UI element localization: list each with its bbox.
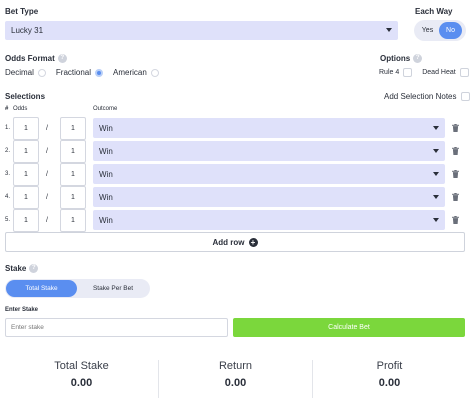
each-way-yes[interactable]: Yes xyxy=(416,22,439,39)
odds-denominator-input[interactable]: 1 xyxy=(60,140,86,163)
odds-separator: / xyxy=(46,148,48,155)
odds-numerator-input[interactable]: 1 xyxy=(13,117,39,140)
stake-input[interactable] xyxy=(5,318,228,337)
add-row-button[interactable]: Add row + xyxy=(5,232,465,252)
info-icon[interactable]: ? xyxy=(29,264,39,274)
radio-american[interactable] xyxy=(150,68,159,77)
dead-heat-checkbox[interactable] xyxy=(459,68,469,77)
add-notes-label: Add Selection Notes xyxy=(384,92,457,101)
trash-icon[interactable] xyxy=(452,124,459,134)
stake-label: Stake? xyxy=(5,264,39,274)
chevron-down-icon xyxy=(386,28,392,32)
outcome-value: Win xyxy=(99,123,113,133)
odds-separator: / xyxy=(46,194,48,201)
chevron-down-icon xyxy=(433,218,439,222)
selection-row: 1. 1/1 Win xyxy=(0,117,474,140)
profit-title: Profit xyxy=(376,360,403,372)
odds-numerator-input[interactable]: 1 xyxy=(13,140,39,163)
row-number: 2. xyxy=(5,148,11,154)
add-notes-checkbox[interactable] xyxy=(460,92,470,101)
rule4-checkbox[interactable] xyxy=(403,68,413,77)
trash-icon[interactable] xyxy=(452,170,459,180)
outcome-select[interactable]: Win xyxy=(93,141,445,161)
chevron-down-icon xyxy=(433,149,439,153)
odds-numerator-input[interactable]: 1 xyxy=(13,163,39,186)
odds-format-options: Decimal Fractional American xyxy=(5,68,159,77)
info-icon[interactable]: ? xyxy=(413,54,423,64)
stake-tabs: Total Stake Stake Per Bet xyxy=(5,279,150,298)
summary-profit: Profit 0.00 xyxy=(313,360,466,398)
row-number: 5. xyxy=(5,217,11,223)
odds-denominator-input[interactable]: 1 xyxy=(60,209,86,232)
col-outcome-header: Outcome xyxy=(93,106,118,112)
odds-option-fractional: Fractional xyxy=(55,68,92,77)
odds-format-text: Odds Format xyxy=(5,54,55,63)
chevron-down-icon xyxy=(433,195,439,199)
options-label: Options? xyxy=(380,54,423,64)
trash-icon[interactable] xyxy=(452,147,459,157)
odds-numerator-input[interactable]: 1 xyxy=(13,186,39,209)
outcome-value: Win xyxy=(99,169,113,179)
calculate-bet-button[interactable]: Calculate Bet xyxy=(233,318,465,337)
trash-icon[interactable] xyxy=(452,193,459,203)
enter-stake-label: Enter Stake xyxy=(5,307,39,313)
radio-fractional[interactable] xyxy=(95,68,104,77)
odds-denominator-input[interactable]: 1 xyxy=(60,186,86,209)
chevron-down-icon xyxy=(433,126,439,130)
col-odds-header: Odds xyxy=(13,106,28,112)
odds-format-label: Odds Format? xyxy=(5,54,67,64)
selection-row: 5. 1/1 Win xyxy=(0,209,474,232)
options-row: Rule 4 Dead Heat xyxy=(379,68,469,77)
selection-row: 3. 1/1 Win xyxy=(0,163,474,186)
return-value: 0.00 xyxy=(224,377,247,389)
outcome-select[interactable]: Win xyxy=(93,164,445,184)
stake-text: Stake xyxy=(5,264,27,273)
radio-decimal[interactable] xyxy=(37,68,46,77)
options-text: Options xyxy=(380,54,411,63)
info-icon[interactable]: ? xyxy=(57,54,67,64)
tab-total-stake[interactable]: Total Stake xyxy=(6,280,77,297)
rule4-label: Rule 4 xyxy=(379,69,400,76)
odds-separator: / xyxy=(46,125,48,132)
return-title: Return xyxy=(218,360,253,372)
outcome-select[interactable]: Win xyxy=(93,118,445,138)
trash-icon[interactable] xyxy=(452,216,459,226)
outcome-select[interactable]: Win xyxy=(93,210,445,230)
bet-type-select[interactable]: Lucky 31 xyxy=(5,21,398,40)
row-number: 3. xyxy=(5,171,11,177)
total-stake-title: Total Stake xyxy=(54,360,109,372)
outcome-value: Win xyxy=(99,192,113,202)
each-way-toggle[interactable]: Yes No xyxy=(414,20,466,41)
row-number: 1. xyxy=(5,125,11,131)
summary-total-stake: Total Stake 0.00 xyxy=(5,360,158,398)
dead-heat-label: Dead Heat xyxy=(422,69,456,76)
odds-option-decimal: Decimal xyxy=(5,68,34,77)
odds-separator: / xyxy=(46,171,48,178)
total-stake-value: 0.00 xyxy=(70,377,93,389)
bet-type-label: Bet Type xyxy=(5,7,39,16)
bet-type-value: Lucky 31 xyxy=(11,26,44,35)
odds-numerator-input[interactable]: 1 xyxy=(13,209,39,232)
row-number: 4. xyxy=(5,194,11,200)
outcome-value: Win xyxy=(99,215,113,225)
add-row-label: Add row xyxy=(212,237,245,247)
profit-value: 0.00 xyxy=(378,377,401,389)
tab-stake-per-bet[interactable]: Stake Per Bet xyxy=(77,280,149,297)
chevron-down-icon xyxy=(433,172,439,176)
selection-row: 2. 1/1 Win xyxy=(0,140,474,163)
each-way-no[interactable]: No xyxy=(439,22,462,39)
each-way-label: Each Way xyxy=(415,7,453,16)
outcome-value: Win xyxy=(99,146,113,156)
odds-option-american: American xyxy=(113,68,147,77)
odds-denominator-input[interactable]: 1 xyxy=(60,117,86,140)
selection-row: 4. 1/1 Win xyxy=(0,186,474,209)
outcome-select[interactable]: Win xyxy=(93,187,445,207)
plus-circle-icon: + xyxy=(248,237,258,247)
add-notes-row: Add Selection Notes xyxy=(384,92,470,101)
odds-separator: / xyxy=(46,217,48,224)
col-num-header: # xyxy=(5,106,9,112)
summary-return: Return 0.00 xyxy=(159,360,312,398)
selections-label: Selections xyxy=(5,92,46,101)
odds-denominator-input[interactable]: 1 xyxy=(60,163,86,186)
